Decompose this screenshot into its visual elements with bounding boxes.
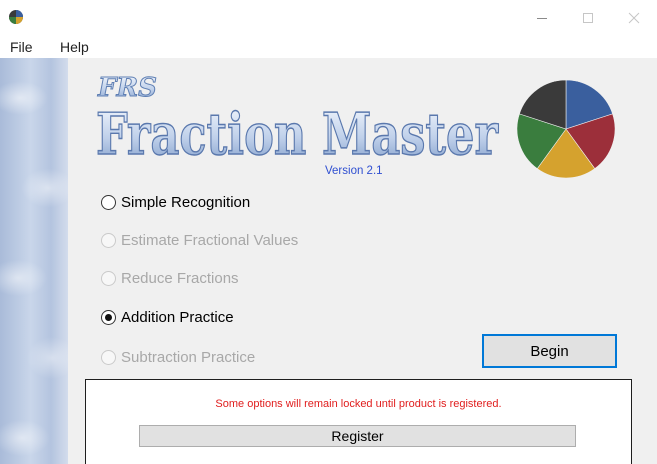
minimize-icon: [537, 18, 547, 19]
option-simple-recognition[interactable]: Simple Recognition: [101, 190, 250, 214]
pie-app-icon: [9, 10, 23, 24]
close-icon: [628, 12, 640, 24]
option-label: Subtraction Practice: [121, 348, 256, 366]
maximize-icon: [583, 13, 593, 23]
maximize-button[interactable]: [565, 0, 611, 36]
registration-warning: Some options will remain locked until pr…: [215, 398, 502, 410]
begin-button[interactable]: Begin: [482, 334, 617, 368]
brand-text: FRS: [97, 73, 157, 103]
decorative-side-strip: [0, 58, 68, 464]
fraction-master-logo: FRS Fraction Master Version 2.1: [95, 73, 499, 178]
title-bar: [0, 0, 657, 36]
option-estimate-fractional-values: Estimate Fractional Values: [101, 228, 298, 252]
option-label: Estimate Fractional Values: [121, 231, 299, 249]
radio-subtraction-practice: [101, 349, 116, 365]
radio-addition-practice[interactable]: [101, 309, 116, 325]
menu-help[interactable]: Help: [60, 39, 89, 55]
radio-estimate-fractional-values: [101, 232, 116, 248]
radio-reduce-fractions: [101, 270, 116, 286]
menu-file[interactable]: File: [10, 39, 33, 55]
option-reduce-fractions: Reduce Fractions: [101, 266, 239, 290]
option-label: Simple Recognition: [121, 193, 251, 211]
radio-simple-recognition[interactable]: [101, 194, 116, 210]
radio-selected-dot: [105, 313, 112, 321]
option-label: Addition Practice: [121, 308, 234, 326]
register-button[interactable]: Register: [139, 425, 576, 447]
fraction-pie-graphic: [516, 79, 616, 179]
option-addition-practice[interactable]: Addition Practice: [101, 305, 234, 329]
menu-bar: File Help: [0, 36, 657, 58]
registration-panel: Some options will remain locked until pr…: [85, 379, 632, 464]
client-area: FRS Fraction Master Version 2.1 Simple R…: [0, 58, 657, 464]
option-subtraction-practice: Subtraction Practice: [101, 345, 255, 369]
minimize-button[interactable]: [519, 0, 565, 36]
product-title: Fraction Master: [96, 101, 499, 168]
close-button[interactable]: [611, 0, 657, 36]
option-label: Reduce Fractions: [121, 269, 239, 287]
version-label: Version 2.1: [325, 165, 383, 177]
